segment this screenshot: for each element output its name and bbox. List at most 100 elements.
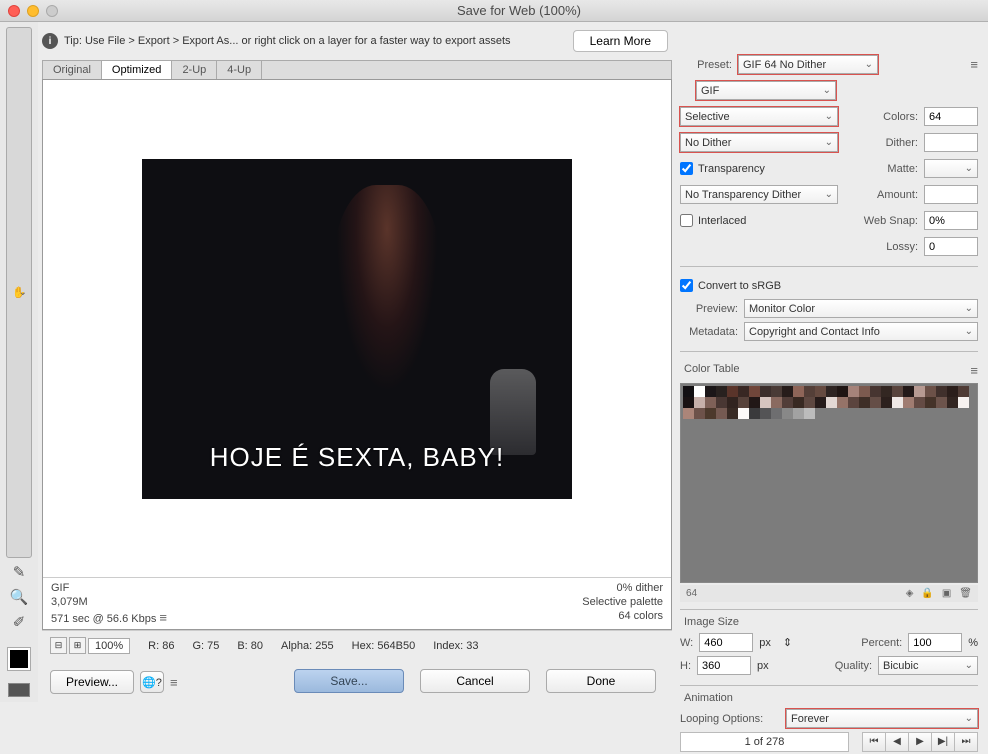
color-swatch[interactable] — [793, 397, 804, 408]
colortable-menu-icon[interactable] — [970, 363, 978, 378]
color-table[interactable] — [680, 383, 978, 583]
color-swatch[interactable] — [848, 397, 859, 408]
color-swatch[interactable] — [716, 397, 727, 408]
color-swatch[interactable] — [848, 386, 859, 397]
color-swatch[interactable] — [958, 397, 969, 408]
color-swatch[interactable] — [738, 386, 749, 397]
preview-mode-select[interactable]: Monitor Color — [744, 299, 978, 318]
first-frame-icon[interactable]: ⏮ — [862, 732, 886, 752]
color-swatch[interactable] — [683, 386, 694, 397]
color-swatch[interactable] — [727, 386, 738, 397]
metadata-select[interactable]: Copyright and Contact Info — [744, 322, 978, 341]
color-swatch[interactable] — [727, 408, 738, 419]
ct-new-icon[interactable]: ▣ — [942, 588, 951, 599]
preview-button[interactable]: Preview... — [50, 670, 134, 694]
close-window-icon[interactable] — [8, 5, 20, 17]
color-swatch[interactable] — [683, 408, 694, 419]
color-swatch[interactable] — [914, 386, 925, 397]
foreground-color-swatch[interactable] — [8, 648, 30, 670]
color-swatch[interactable] — [936, 386, 947, 397]
color-swatch[interactable] — [738, 397, 749, 408]
zoom-select[interactable]: 100% — [88, 638, 130, 654]
color-swatch[interactable] — [694, 386, 705, 397]
browser-menu-icon[interactable] — [170, 675, 178, 690]
slice-select-tool-icon[interactable]: ✎ — [6, 561, 32, 583]
color-swatch[interactable] — [815, 386, 826, 397]
browser-preview-icon[interactable]: 🌐? — [140, 671, 164, 693]
preset-select[interactable]: GIF 64 No Dither — [738, 55, 878, 74]
color-swatch[interactable] — [749, 397, 760, 408]
colors-input[interactable] — [924, 107, 978, 126]
color-swatch[interactable] — [771, 386, 782, 397]
color-swatch[interactable] — [947, 397, 958, 408]
minimize-window-icon[interactable] — [27, 5, 39, 17]
ct-delete-icon[interactable]: 🗑 — [959, 588, 972, 599]
color-swatch[interactable] — [760, 397, 771, 408]
color-swatch[interactable] — [683, 397, 694, 408]
color-swatch[interactable] — [694, 397, 705, 408]
zoom-out-icon[interactable]: ⊟ — [50, 637, 67, 654]
color-swatch[interactable] — [782, 408, 793, 419]
color-swatch[interactable] — [716, 386, 727, 397]
color-swatch[interactable] — [903, 397, 914, 408]
color-swatch[interactable] — [826, 397, 837, 408]
color-swatch[interactable] — [870, 397, 881, 408]
color-swatch[interactable] — [793, 386, 804, 397]
percent-input[interactable] — [908, 633, 962, 652]
reduction-select[interactable]: Selective — [680, 107, 838, 126]
tab-original[interactable]: Original — [43, 61, 102, 79]
zoom-tool-icon[interactable]: 🔍 — [6, 586, 32, 608]
hand-tool-icon[interactable]: ✋ — [6, 27, 32, 558]
color-swatch[interactable] — [859, 386, 870, 397]
color-swatch[interactable] — [804, 408, 815, 419]
ct-websafe-icon[interactable]: ◈ — [906, 588, 914, 599]
color-swatch[interactable] — [771, 397, 782, 408]
save-button[interactable]: Save... — [294, 669, 404, 693]
tab-2up[interactable]: 2-Up — [172, 61, 217, 79]
color-swatch[interactable] — [749, 386, 760, 397]
color-swatch[interactable] — [958, 386, 969, 397]
color-swatch[interactable] — [793, 408, 804, 419]
color-swatch[interactable] — [727, 397, 738, 408]
lossy-input[interactable] — [924, 237, 978, 256]
prev-frame-icon[interactable]: ◀ — [885, 732, 909, 752]
cancel-button[interactable]: Cancel — [420, 669, 530, 693]
format-select[interactable]: GIF — [696, 81, 836, 100]
slice-visibility-icon[interactable] — [8, 683, 30, 697]
color-swatch[interactable] — [705, 408, 716, 419]
color-swatch[interactable] — [782, 386, 793, 397]
link-dimensions-icon[interactable]: ⇕ — [783, 636, 792, 649]
color-swatch[interactable] — [738, 408, 749, 419]
srgb-checkbox[interactable] — [680, 279, 693, 292]
done-button[interactable]: Done — [546, 669, 656, 693]
color-swatch[interactable] — [760, 386, 771, 397]
color-swatch[interactable] — [760, 408, 771, 419]
matte-select[interactable] — [924, 159, 978, 178]
color-swatch[interactable] — [914, 397, 925, 408]
websnap-input[interactable] — [924, 211, 978, 230]
learn-more-button[interactable]: Learn More — [573, 30, 668, 52]
preview-canvas[interactable]: HOJE É SEXTA, BABY! — [43, 80, 671, 577]
download-speed-menu-icon[interactable] — [159, 613, 167, 625]
transparency-checkbox[interactable] — [680, 162, 693, 175]
zoom-in-icon[interactable]: ⊞ — [69, 637, 86, 654]
color-swatch[interactable] — [804, 386, 815, 397]
looping-select[interactable]: Forever — [786, 709, 978, 728]
transparency-dither-select[interactable]: No Transparency Dither — [680, 185, 838, 204]
color-swatch[interactable] — [936, 397, 947, 408]
width-input[interactable] — [699, 633, 753, 652]
next-frame-icon[interactable]: ▶| — [931, 732, 955, 752]
color-swatch[interactable] — [782, 397, 793, 408]
last-frame-icon[interactable]: ⏭ — [954, 732, 978, 752]
dither-algo-select[interactable]: No Dither — [680, 133, 838, 152]
color-swatch[interactable] — [815, 397, 826, 408]
preset-menu-icon[interactable] — [970, 57, 978, 72]
color-swatch[interactable] — [881, 397, 892, 408]
color-swatch[interactable] — [826, 386, 837, 397]
color-swatch[interactable] — [870, 386, 881, 397]
interlaced-checkbox[interactable] — [680, 214, 693, 227]
color-swatch[interactable] — [716, 408, 727, 419]
color-swatch[interactable] — [705, 397, 716, 408]
play-icon[interactable]: ▶ — [908, 732, 932, 752]
color-swatch[interactable] — [859, 397, 870, 408]
